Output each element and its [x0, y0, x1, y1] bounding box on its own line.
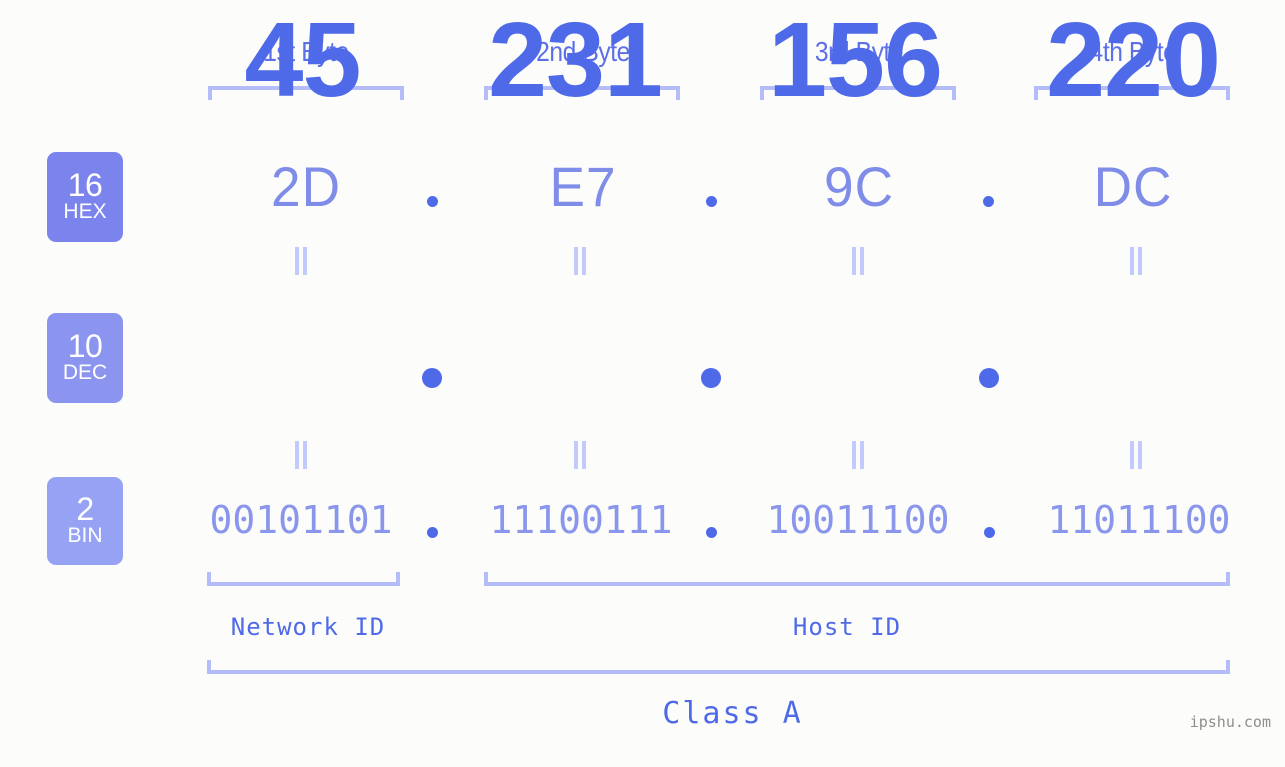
bin-byte-4: 11011100: [1047, 498, 1231, 542]
equivalence-mark-hex-dec-1: [293, 247, 309, 275]
hex-byte-2: E7: [549, 155, 617, 218]
hex-separator-dot-1: [427, 196, 438, 207]
host-id-bracket: [484, 572, 1230, 586]
dec-separator-dot-3: [979, 368, 999, 388]
hex-byte-3: 9C: [824, 155, 894, 218]
base-badge-hex-radix: 16: [67, 167, 103, 203]
base-badge-dec: 10 DEC: [47, 313, 123, 403]
hex-byte-4: DC: [1093, 155, 1173, 218]
dec-byte-1: 45: [244, 1, 362, 119]
bin-byte-1: 00101101: [209, 498, 393, 542]
equivalence-mark-dec-bin-4: [1128, 441, 1144, 469]
bin-separator-dot-1: [427, 527, 438, 538]
class-bracket: [207, 660, 1230, 674]
dec-separator-dot-1: [422, 368, 442, 388]
equivalence-mark-hex-dec-4: [1128, 247, 1144, 275]
network-id-label: Network ID: [230, 613, 386, 641]
equivalence-mark-dec-bin-1: [293, 441, 309, 469]
dec-byte-3: 156: [768, 1, 943, 119]
equivalence-mark-hex-dec-2: [572, 247, 588, 275]
dec-separator-dot-2: [701, 368, 721, 388]
equivalence-mark-dec-bin-2: [572, 441, 588, 469]
equivalence-mark-dec-bin-3: [850, 441, 866, 469]
host-id-label: Host ID: [792, 613, 902, 641]
base-badge-bin-radix: 2: [76, 491, 94, 527]
dec-byte-2: 231: [488, 1, 663, 119]
dec-byte-4: 220: [1046, 1, 1221, 119]
hex-separator-dot-2: [706, 196, 717, 207]
base-badge-dec-radix: 10: [67, 328, 103, 364]
base-badge-bin: 2 BIN: [47, 477, 123, 565]
hex-separator-dot-3: [983, 196, 994, 207]
site-watermark: ipshu.com: [1189, 713, 1271, 731]
equivalence-mark-hex-dec-3: [850, 247, 866, 275]
bin-separator-dot-2: [706, 527, 717, 538]
network-id-bracket: [207, 572, 400, 586]
base-badge-dec-name: DEC: [62, 361, 108, 384]
bin-separator-dot-3: [984, 527, 995, 538]
base-badge-hex: 16 HEX: [47, 152, 123, 242]
bin-byte-3: 10011100: [766, 498, 950, 542]
base-badge-hex-name: HEX: [63, 200, 107, 223]
hex-byte-1: 2D: [271, 155, 341, 218]
bin-byte-2: 11100111: [489, 498, 673, 542]
class-label: Class A: [662, 696, 803, 731]
base-badge-bin-name: BIN: [67, 524, 103, 547]
ip-address-breakdown-diagram: 1st Byte 2nd Byte 3rd Byte 4th Byte 16 H…: [0, 0, 1285, 767]
